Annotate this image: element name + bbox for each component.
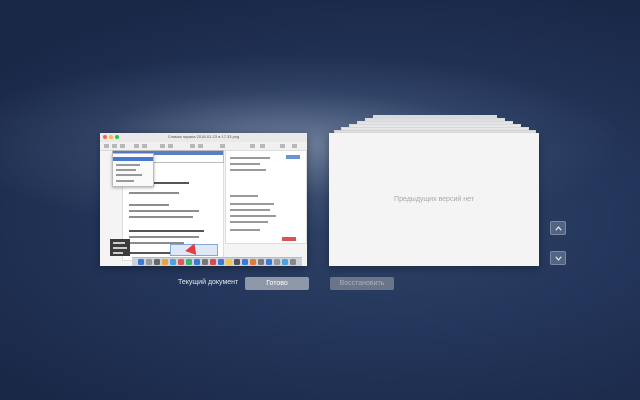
older-version-button[interactable] <box>550 251 566 265</box>
no-versions-text: Предыдущих версий нет <box>394 196 474 203</box>
thumbnail-title: Снимок экрана 2018-01-23 в 17.33.png <box>167 134 240 139</box>
newer-version-button[interactable] <box>550 221 566 235</box>
chevron-up-icon <box>554 225 562 231</box>
thumbnail-dark-popup <box>110 239 130 256</box>
current-document-caption: Текущий документ <box>178 279 239 286</box>
chevron-down-icon <box>554 255 562 261</box>
done-button[interactable]: Готово <box>245 277 309 290</box>
thumbnail-dropdown-menu <box>112 153 154 187</box>
thumbnail-dock <box>132 257 302 266</box>
previous-versions-panel: Предыдущих версий нет <box>329 133 539 266</box>
current-document-thumbnail[interactable]: Снимок экрана 2018-01-23 в 17.33.png <box>100 133 307 266</box>
restore-button[interactable]: Восстановить <box>330 277 394 290</box>
thumbnail-side-panel <box>225 150 307 244</box>
